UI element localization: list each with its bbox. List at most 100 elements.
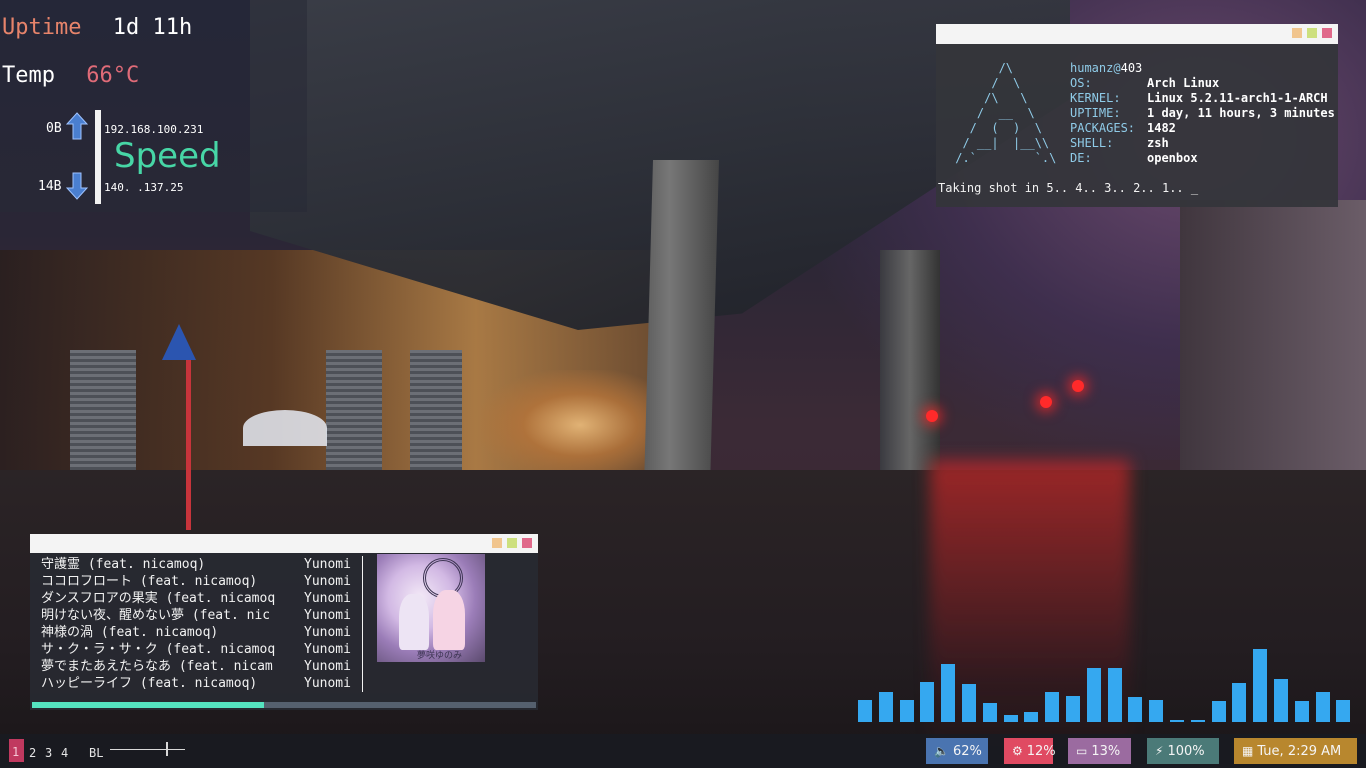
battery-module[interactable]: ⚡ 100% bbox=[1147, 738, 1219, 764]
playlist-track[interactable]: 夢でまたあえたらなあ (feat. nicam Yunomi bbox=[41, 658, 356, 675]
temp-row: Temp 66°C bbox=[2, 65, 139, 87]
memory-module[interactable]: ▭ 13% bbox=[1068, 738, 1131, 764]
track-title: ハッピーライフ (feat. nicamoq) bbox=[41, 676, 258, 691]
temp-value: 66°C bbox=[86, 63, 140, 88]
track-title: サ・ク・ラ・サ・ク (feat. nicamoq bbox=[41, 642, 276, 657]
screenshot-countdown: Taking shot in 5.. 4.. 3.. 2.. 1.. _ bbox=[938, 181, 1199, 195]
wallpaper-umbrella bbox=[243, 410, 327, 446]
minimize-button[interactable] bbox=[492, 538, 502, 548]
username: humanz bbox=[1070, 61, 1114, 75]
uptime-row: Uptime 1d 11h bbox=[2, 17, 192, 39]
cover-title: 夢咲ゆのみ bbox=[417, 651, 463, 661]
close-button[interactable] bbox=[522, 538, 532, 548]
visualizer-bar bbox=[900, 700, 914, 722]
hostname: 403 bbox=[1120, 61, 1143, 75]
visualizer-bar bbox=[1232, 683, 1246, 722]
info-key: PACKAGES: bbox=[1070, 121, 1136, 135]
track-artist: Yunomi bbox=[304, 574, 351, 589]
player-titlebar[interactable] bbox=[30, 534, 538, 553]
visualizer-bar bbox=[1128, 697, 1142, 722]
playlist-track[interactable]: ハッピーライフ (feat. nicamoq) Yunomi bbox=[41, 675, 356, 692]
visualizer-bar bbox=[1004, 715, 1018, 722]
track-artist: Yunomi bbox=[304, 591, 351, 606]
wallpaper-red-light bbox=[1072, 380, 1084, 392]
info-line: KERNEL: Linux 5.2.11-arch1-1-ARCH bbox=[1070, 91, 1335, 106]
module-label: 13% bbox=[1091, 744, 1121, 759]
playlist-divider bbox=[362, 556, 363, 692]
playback-progress-bar[interactable] bbox=[32, 702, 536, 708]
visualizer-bar bbox=[1066, 696, 1080, 722]
playlist-track[interactable]: 明けない夜、醒めない夢 (feat. nic Yunomi bbox=[41, 607, 356, 624]
workspace-4[interactable]: 4 bbox=[61, 743, 68, 763]
playlist-track[interactable]: 守護霊 (feat. nicamoq) Yunomi bbox=[41, 556, 356, 573]
playlist-track[interactable]: 神様の渦 (feat. nicamoq) Yunomi bbox=[41, 624, 356, 641]
visualizer-bar bbox=[1212, 701, 1226, 722]
info-key: SHELL: bbox=[1070, 136, 1114, 150]
progress-fill bbox=[32, 702, 264, 708]
info-line: PACKAGES: 1482 bbox=[1070, 121, 1335, 136]
maximize-button[interactable] bbox=[507, 538, 517, 548]
uptime-label: Uptime bbox=[2, 15, 82, 40]
speed-label: Speed bbox=[114, 136, 221, 176]
visualizer-bar bbox=[1149, 700, 1163, 722]
track-artist: Yunomi bbox=[304, 625, 351, 640]
visualizer-bar bbox=[1024, 712, 1038, 722]
maximize-button[interactable] bbox=[1307, 28, 1317, 38]
window-controls bbox=[492, 538, 532, 548]
info-value: 1482 bbox=[1147, 121, 1176, 135]
wallpaper-pillar bbox=[880, 250, 940, 490]
info-line: OS: Arch Linux bbox=[1070, 76, 1335, 91]
visualizer-bar bbox=[920, 682, 934, 722]
module-label: 62% bbox=[952, 744, 982, 759]
close-button[interactable] bbox=[1322, 28, 1332, 38]
cpu-module[interactable]: ⚙ 12% bbox=[1004, 738, 1056, 764]
audio-visualizer bbox=[858, 640, 1358, 722]
volume-module[interactable]: 🔈 62% bbox=[926, 738, 988, 764]
info-line: DE: openbox bbox=[1070, 151, 1335, 166]
workspace-1[interactable]: 1 bbox=[9, 739, 24, 762]
neofetch-terminal-window[interactable]: /\ / \ /\ \ / __ \ / ( ) \ / __| |__\\ /… bbox=[936, 24, 1338, 207]
visualizer-bar bbox=[1336, 700, 1350, 722]
terminal-titlebar[interactable] bbox=[936, 24, 1338, 44]
minimize-button[interactable] bbox=[1292, 28, 1302, 38]
network-divider bbox=[95, 110, 101, 204]
module-label: 100% bbox=[1167, 744, 1205, 759]
track-artist: Yunomi bbox=[304, 642, 351, 657]
playlist-track[interactable]: ダンスフロアの果実 (feat. nicamoq Yunomi bbox=[41, 590, 356, 607]
visualizer-bar bbox=[1295, 701, 1309, 722]
cover-figure bbox=[433, 590, 465, 650]
local-ip: 192.168.100.231 bbox=[104, 123, 204, 136]
visualizer-bar bbox=[1108, 668, 1122, 722]
uptime-value: 1d 11h bbox=[112, 15, 193, 40]
track-title: 守護霊 (feat. nicamoq) bbox=[41, 557, 206, 572]
visualizer-bar bbox=[1087, 668, 1101, 722]
album-cover: 夢咲ゆのみ bbox=[377, 554, 485, 662]
visualizer-bar bbox=[941, 664, 955, 722]
wallpaper-red-light bbox=[1040, 396, 1052, 408]
upload-amount: 0B bbox=[46, 121, 62, 136]
workspace-3[interactable]: 3 bbox=[45, 743, 52, 763]
info-value: 1 day, 11 hours, 3 minutes bbox=[1147, 106, 1335, 120]
music-player-window[interactable]: 守護霊 (feat. nicamoq) Yunomi ココロフロート (feat. … bbox=[30, 534, 538, 710]
workspace-2[interactable]: 2 bbox=[29, 743, 36, 763]
visualizer-bar bbox=[1191, 720, 1205, 722]
track-title: 神様の渦 (feat. nicamoq) bbox=[41, 625, 219, 640]
backlight-label: BL bbox=[89, 746, 104, 760]
public-ip: 140. .137.25 bbox=[104, 181, 184, 194]
calendar-module[interactable]: ▦ Tue, 2:29 AM bbox=[1234, 738, 1357, 764]
system-info: humanz @403 OS: Arch Linux KERNEL: Linux 5.2… bbox=[1070, 61, 1335, 166]
info-line: SHELL: zsh bbox=[1070, 136, 1335, 151]
backlight-slider-handle[interactable] bbox=[166, 742, 168, 756]
download-arrow-icon bbox=[66, 172, 88, 200]
playlist-track[interactable]: サ・ク・ラ・サ・ク (feat. nicamoq Yunomi bbox=[41, 641, 356, 658]
calendar-icon: ▦ bbox=[1242, 744, 1254, 758]
arch-logo-ascii: /\ / \ /\ \ / __ \ / ( ) \ / __| |__\\ /… bbox=[955, 61, 1057, 165]
backlight-slider-track[interactable] bbox=[110, 749, 185, 750]
info-value: zsh bbox=[1147, 136, 1169, 150]
visualizer-bar bbox=[962, 684, 976, 722]
wallpaper-red-light bbox=[926, 410, 938, 422]
temp-label: Temp bbox=[2, 63, 55, 88]
download-amount: 14B bbox=[38, 179, 62, 194]
playlist-track[interactable]: ココロフロート (feat. nicamoq) Yunomi bbox=[41, 573, 356, 590]
module-label: 12% bbox=[1026, 744, 1056, 759]
